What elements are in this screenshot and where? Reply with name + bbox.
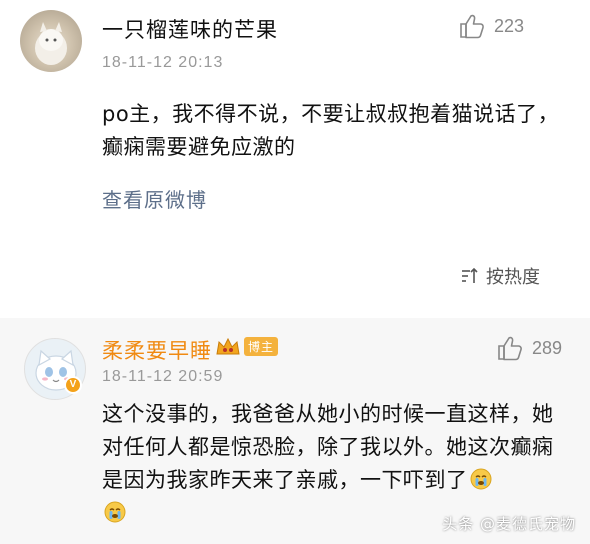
view-original-link[interactable]: 查看原微博 — [102, 184, 207, 213]
member-badge: 博主 — [244, 337, 279, 356]
verified-v-icon: V — [64, 376, 82, 394]
like-count: 223 — [493, 15, 524, 36]
sort-label: 按热度 — [486, 267, 540, 288]
timestamp: 18-11-12 20:13 — [102, 54, 224, 71]
crying-emoji-icon — [104, 501, 126, 523]
username[interactable]: 一只榴莲味的芒果 — [102, 14, 278, 44]
sort-icon — [462, 267, 478, 283]
cat-avatar-icon — [35, 22, 67, 65]
watermark: 头条 @麦德氏宠物 — [442, 515, 576, 533]
comment-text: 这个没事的，我爸爸从她小的时候一直这样，她对任何人都是惊恐脸，除了我以外。她这次… — [102, 398, 572, 530]
comment-text: po主，我不得不说，不要让叔叔抱着猫说话了，癫痫需要避免应激的 — [102, 102, 560, 159]
crying-emoji-icon — [470, 468, 491, 490]
avatar[interactable] — [20, 10, 82, 72]
like-count: 289 — [531, 337, 562, 358]
comment-1: 一只榴莲味的芒果 18-11-12 20:13 223 po主，我不得不说，不要… — [0, 0, 590, 318]
timestamp: 18-11-12 20:59 — [102, 368, 224, 385]
sort-by-hot-button[interactable]: 按热度 — [460, 263, 540, 289]
thumbs-up-icon — [498, 336, 522, 361]
like-button[interactable]: 223 — [458, 12, 524, 40]
crown-badge-icon — [216, 337, 240, 355]
thumbs-up-icon — [460, 14, 484, 39]
comment-2: V 柔柔要早睡 博主 18-11-12 20:59 289 这个没事的，我爸爸从… — [0, 318, 590, 544]
like-button[interactable]: 289 — [496, 334, 562, 362]
username[interactable]: 柔柔要早睡 — [102, 335, 212, 365]
